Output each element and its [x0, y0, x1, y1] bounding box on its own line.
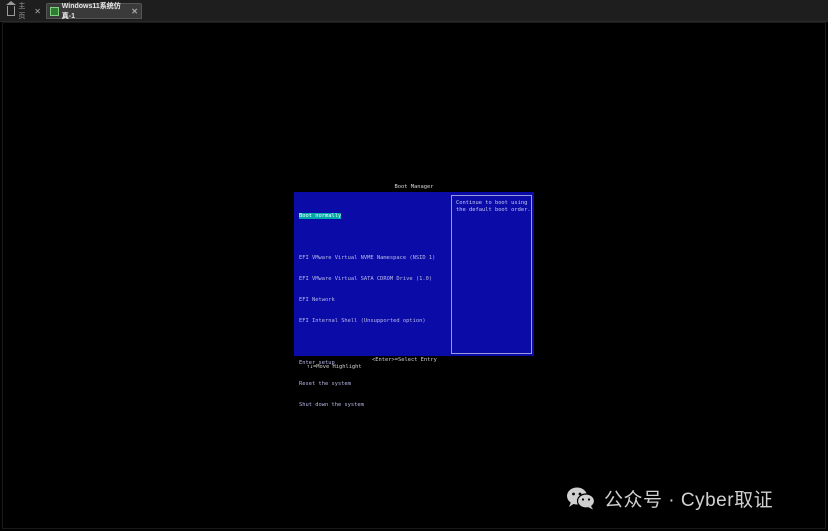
- menu-item-label: EFI VMware Virtual SATA CDROM Drive (1.0…: [299, 276, 433, 282]
- tab-home[interactable]: 主页 ✕: [4, 1, 44, 20]
- tab-bar: 主页 ✕ Windows11系统仿真-1 ✕: [0, 0, 828, 22]
- tab-vm-label: Windows11系统仿真-1: [61, 3, 121, 20]
- menu-item-reset[interactable]: Reset the system: [299, 381, 435, 388]
- boot-manager-footer: ↑↓=Move Highlight <Enter>=Select Entry: [300, 357, 437, 378]
- watermark-text: 公众号 · Cyber取证: [604, 489, 774, 511]
- home-icon: [5, 1, 17, 16]
- menu-item-label: Reset the system: [299, 381, 351, 387]
- vm-icon: [50, 6, 59, 16]
- menu-item-boot-normally[interactable]: Boot normally: [299, 213, 435, 220]
- menu-item-label: Boot normally: [299, 213, 342, 219]
- move-hint: ↑↓=Move Highlight: [306, 364, 362, 370]
- tab-home-label: 主页: [18, 3, 26, 20]
- menu-item-efi-network[interactable]: EFI Network: [299, 297, 435, 304]
- boot-manager-panel: Boot normally EFI VMware Virtual NVME Na…: [294, 192, 534, 408]
- help-box: Continue to boot using the default boot …: [451, 195, 532, 354]
- boot-manager-title: Boot Manager: [394, 184, 434, 190]
- tab-vm[interactable]: Windows11系统仿真-1 ✕: [46, 3, 142, 20]
- menu-item-shutdown[interactable]: Shut down the system: [299, 402, 435, 409]
- menu-item-label: EFI Internal Shell (Unsupported option): [299, 318, 426, 324]
- select-hint: <Enter>=Select Entry: [372, 357, 437, 363]
- menu-item-efi-nvme[interactable]: EFI VMware Virtual NVME Namespace (NSID …: [299, 255, 435, 262]
- watermark: 公众号 · Cyber取证: [566, 484, 773, 512]
- menu-item-efi-shell[interactable]: EFI Internal Shell (Unsupported option): [299, 318, 435, 325]
- menu-item-label: EFI Network: [299, 297, 335, 303]
- menu-item-efi-cdrom[interactable]: EFI VMware Virtual SATA CDROM Drive (1.0…: [299, 276, 435, 283]
- menu-item-label: Shut down the system: [299, 402, 364, 408]
- menu-item-label: EFI VMware Virtual NVME Namespace (NSID …: [299, 255, 436, 261]
- close-icon[interactable]: ✕: [34, 7, 41, 16]
- boot-menu: Boot normally EFI VMware Virtual NVME Na…: [299, 199, 435, 423]
- wechat-icon: [567, 487, 596, 510]
- close-icon[interactable]: ✕: [131, 7, 138, 16]
